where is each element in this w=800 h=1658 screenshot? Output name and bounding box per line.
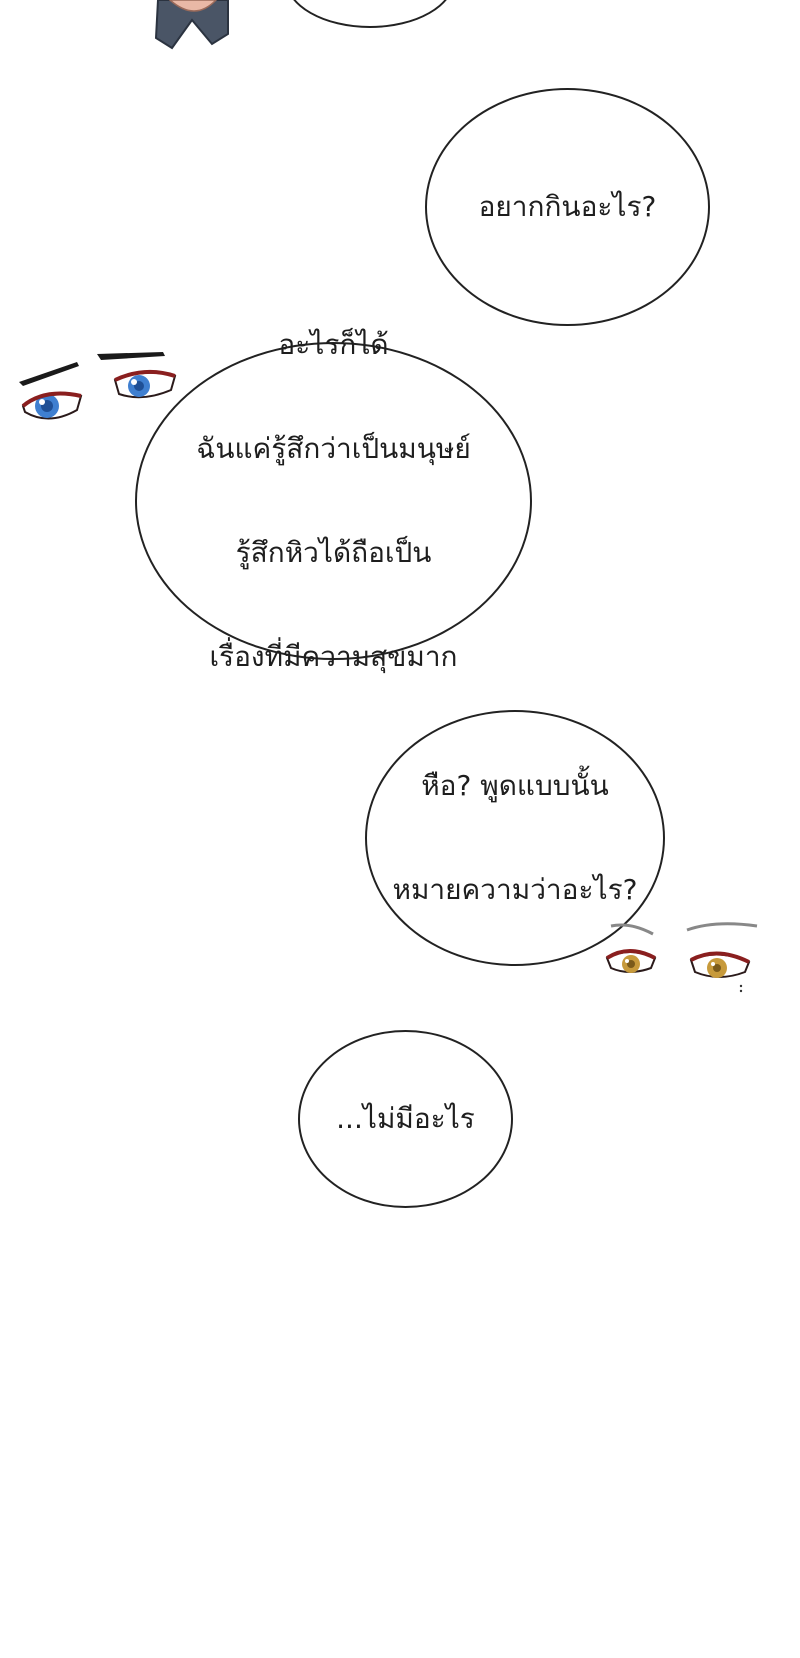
bubble-line: อะไรก็ได้ bbox=[278, 328, 389, 361]
bubble-line: ฉันแค่รู้สึกว่าเป็นมนุษย์ bbox=[196, 432, 471, 465]
bubble-line: อยากกินอะไร? bbox=[478, 190, 657, 223]
speech-bubble-anything: อะไรก็ได้ ฉันแค่รู้สึกว่าเป็นมนุษย์ รู้ส… bbox=[135, 328, 532, 673]
bubble-line: ...ไม่มีอะไร bbox=[336, 1102, 475, 1135]
character-collar-art bbox=[154, 0, 229, 50]
partial-speech-bubble-top bbox=[285, 0, 455, 28]
bubble-line: หมายความว่าอะไร? bbox=[392, 873, 638, 906]
blue-eyes-art bbox=[19, 352, 177, 420]
speech-bubble-nothing: ...ไม่มีอะไร bbox=[298, 1030, 513, 1208]
amber-eyes-art bbox=[605, 922, 758, 993]
bubble-line: หือ? พูดแบบนั้น bbox=[421, 769, 609, 802]
bubble-line: รู้สึกหิวได้ถือเป็น bbox=[235, 536, 432, 569]
bubble-line: เรื่องที่มีความสุขมาก bbox=[209, 640, 458, 673]
